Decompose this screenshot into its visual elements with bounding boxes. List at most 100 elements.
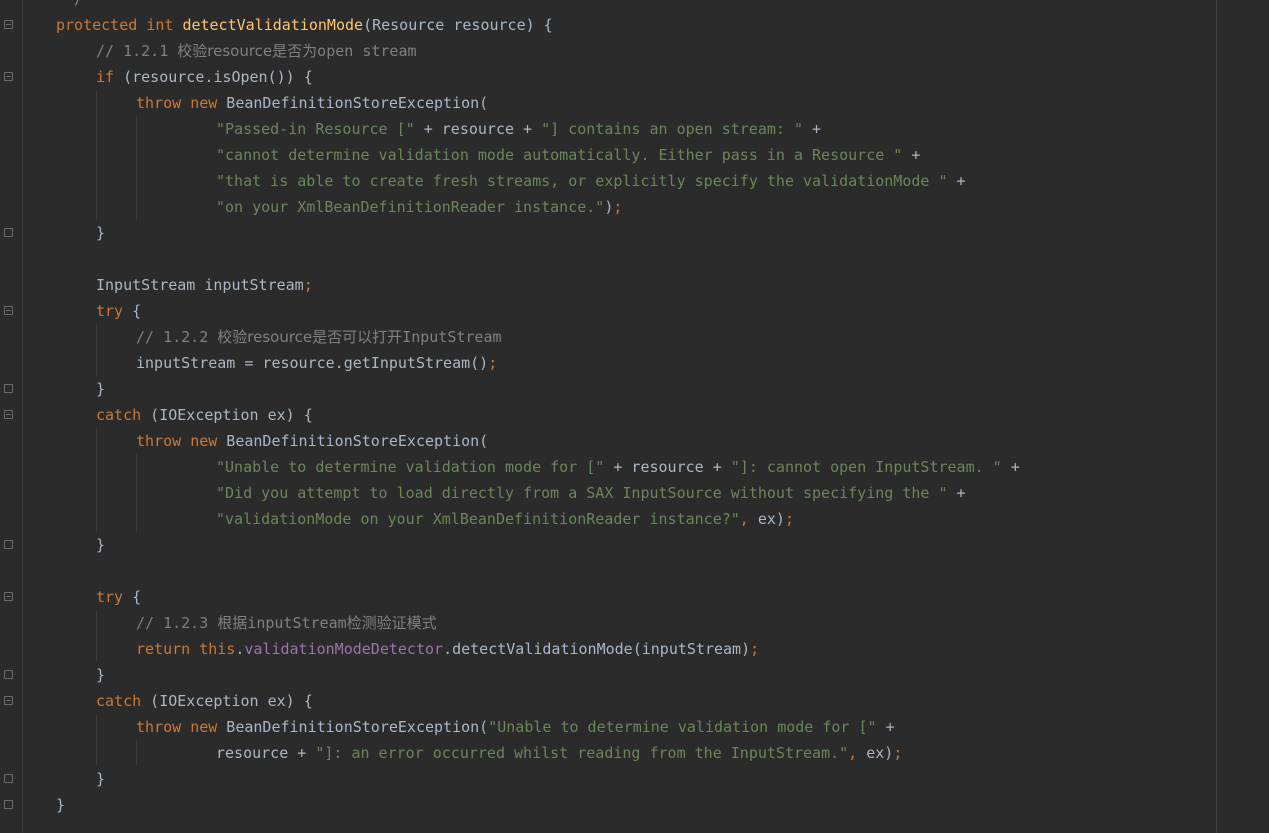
keyword: if bbox=[96, 68, 115, 86]
field-name: validationModeDetector bbox=[244, 640, 444, 658]
comment: open stream bbox=[317, 42, 417, 60]
code-text: } bbox=[56, 796, 66, 814]
indent-guide bbox=[136, 740, 137, 766]
code-line: // 1.2.2 校验resource是否可以打开InputStream bbox=[56, 324, 1020, 350]
indent-guide bbox=[96, 714, 97, 740]
indent-guide bbox=[96, 454, 97, 480]
indent-guide bbox=[96, 90, 97, 116]
indent-guide bbox=[136, 194, 137, 220]
code-text: (resource.isOpen()) { bbox=[114, 68, 313, 86]
code-text: { bbox=[123, 588, 142, 606]
semicolon: ; bbox=[303, 276, 313, 294]
code-line: inputStream = resource.getInputStream(); bbox=[56, 350, 1020, 376]
code-line: protected int detectValidationMode(Resou… bbox=[56, 12, 1020, 38]
string-literal: "Passed-in Resource [" bbox=[216, 120, 415, 138]
indent-guide bbox=[96, 610, 97, 636]
comment: // 1.2.2 bbox=[136, 328, 218, 346]
indent-guide bbox=[136, 116, 137, 142]
fold-end-icon[interactable] bbox=[4, 800, 13, 809]
code-line: } bbox=[56, 766, 1020, 792]
code-text: + bbox=[1001, 458, 1020, 476]
comment: 检测验证模式 bbox=[346, 614, 437, 632]
fold-end-icon[interactable] bbox=[4, 774, 13, 783]
keyword: protected bbox=[56, 16, 138, 34]
string-literal: "] contains an open stream: " bbox=[541, 120, 804, 138]
string-literal: "that is able to create fresh streams, o… bbox=[216, 172, 948, 190]
semicolon: ; bbox=[613, 198, 623, 216]
keyword: try bbox=[96, 302, 124, 320]
code-text: + bbox=[803, 120, 822, 138]
fold-collapse-icon[interactable] bbox=[4, 696, 13, 705]
code-line: "validationMode on your XmlBeanDefinitio… bbox=[56, 506, 1020, 532]
code-line: "Unable to determine validation mode for… bbox=[56, 454, 1020, 480]
code-text: + resource + bbox=[414, 120, 542, 138]
fold-end-icon[interactable] bbox=[4, 384, 13, 393]
code-text: } bbox=[96, 380, 106, 398]
comma: , bbox=[848, 744, 858, 762]
code-editor[interactable]: */ protected int detectValidationMode(Re… bbox=[56, 0, 1020, 818]
indent-guide bbox=[136, 506, 137, 532]
code-line: catch (IOException ex) { bbox=[56, 688, 1020, 714]
code-line: throw new BeanDefinitionStoreException( bbox=[56, 90, 1020, 116]
string-literal: "on your XmlBeanDefinitionReader instanc… bbox=[216, 198, 605, 216]
method-name: detectValidationMode bbox=[182, 16, 364, 34]
fold-end-icon[interactable] bbox=[4, 540, 13, 549]
code-line: } bbox=[56, 662, 1020, 688]
comma: , bbox=[739, 510, 749, 528]
indent-guide bbox=[96, 428, 97, 454]
fold-end-icon[interactable] bbox=[4, 670, 13, 679]
indent-guide bbox=[136, 454, 137, 480]
code-line: "that is able to create fresh streams, o… bbox=[56, 168, 1020, 194]
code-text: resource + bbox=[216, 744, 316, 762]
comment: 校验resource是否为 bbox=[177, 42, 318, 60]
semicolon: ; bbox=[893, 744, 903, 762]
code-line: "Did you attempt to load directly from a… bbox=[56, 480, 1020, 506]
code-text: BeanDefinitionStoreException( bbox=[217, 432, 489, 450]
code-text: (IOException ex) { bbox=[141, 406, 313, 424]
comment: */ bbox=[56, 0, 83, 8]
code-text: ex) bbox=[748, 510, 785, 528]
code-line: "Passed-in Resource [" + resource + "] c… bbox=[56, 116, 1020, 142]
fold-end-icon[interactable] bbox=[4, 228, 13, 237]
code-line: try { bbox=[56, 584, 1020, 610]
code-text: + bbox=[902, 146, 921, 164]
keyword: new bbox=[190, 718, 218, 736]
code-line: */ bbox=[56, 0, 1020, 12]
indent-guide bbox=[96, 142, 97, 168]
code-text: + resource + bbox=[604, 458, 731, 476]
indent-guide bbox=[96, 350, 97, 376]
code-text: ) bbox=[604, 198, 614, 216]
indent-guide bbox=[96, 506, 97, 532]
keyword: int bbox=[146, 16, 174, 34]
fold-collapse-icon[interactable] bbox=[4, 306, 13, 315]
code-line: // 1.2.1 校验resource是否为open stream bbox=[56, 38, 1020, 64]
code-line: throw new BeanDefinitionStoreException("… bbox=[56, 714, 1020, 740]
string-literal: "]: an error occurred whilst reading fro… bbox=[315, 744, 849, 762]
semicolon: ; bbox=[784, 510, 794, 528]
code-text: InputStream inputStream bbox=[96, 276, 304, 294]
code-text: + bbox=[947, 484, 966, 502]
string-literal: "validationMode on your XmlBeanDefinitio… bbox=[216, 510, 740, 528]
fold-collapse-icon[interactable] bbox=[4, 20, 13, 29]
fold-collapse-icon[interactable] bbox=[4, 410, 13, 419]
code-line: InputStream inputStream; bbox=[56, 272, 1020, 298]
comment: // 1.2.1 bbox=[96, 42, 178, 60]
code-line: // 1.2.3 根据inputStream检测验证模式 bbox=[56, 610, 1020, 636]
indent-guide bbox=[96, 480, 97, 506]
code-text: } bbox=[96, 770, 106, 788]
editor-gutter bbox=[0, 0, 23, 833]
keyword: try bbox=[96, 588, 124, 606]
keyword: throw bbox=[136, 94, 182, 112]
fold-collapse-icon[interactable] bbox=[4, 592, 13, 601]
code-text: inputStream = resource.getInputStream() bbox=[136, 354, 489, 372]
code-text: + bbox=[876, 718, 895, 736]
indent-guide bbox=[96, 194, 97, 220]
code-line: } bbox=[56, 532, 1020, 558]
indent-guide bbox=[96, 740, 97, 766]
code-text: + bbox=[947, 172, 966, 190]
code-text: (IOException ex) { bbox=[141, 692, 313, 710]
keyword: this bbox=[199, 640, 236, 658]
fold-collapse-icon[interactable] bbox=[4, 72, 13, 81]
